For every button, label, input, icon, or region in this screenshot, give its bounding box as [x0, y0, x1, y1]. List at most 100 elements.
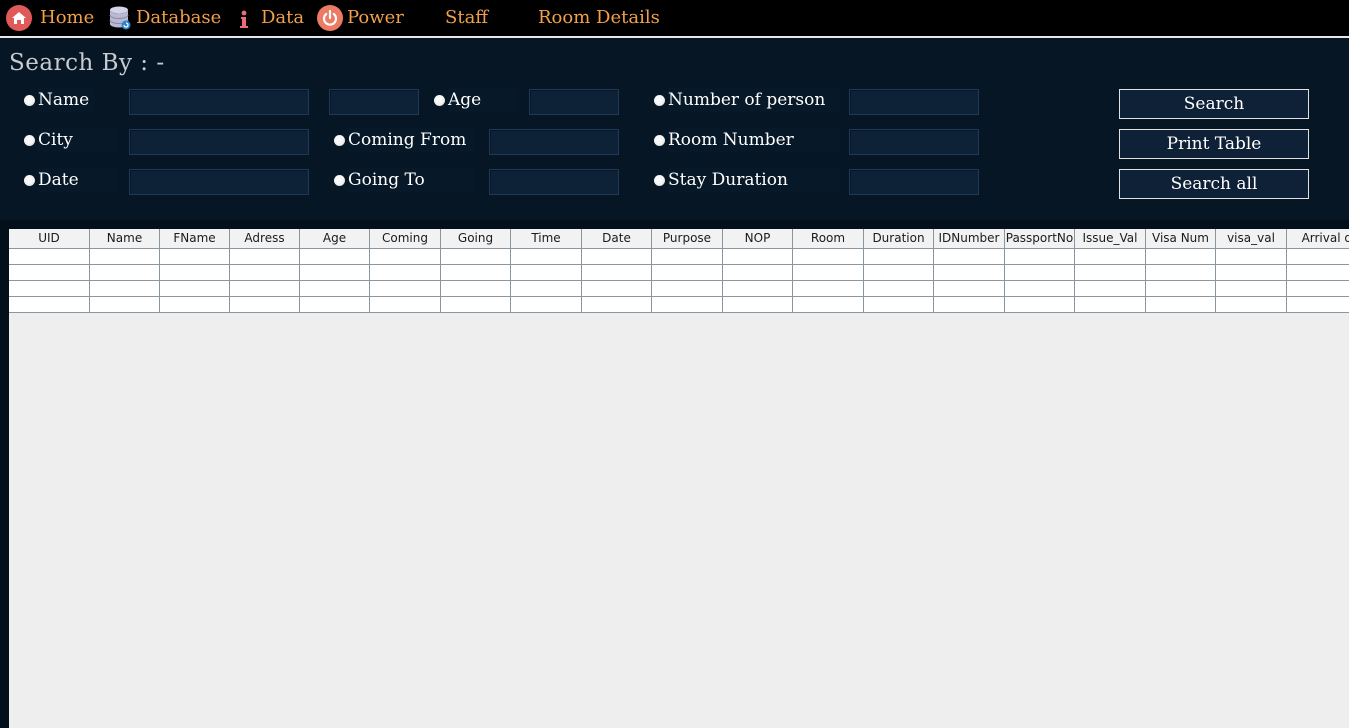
- table-cell[interactable]: [723, 249, 793, 265]
- table-cell[interactable]: [300, 281, 370, 297]
- table-cell[interactable]: [441, 249, 511, 265]
- table-row[interactable]: [9, 297, 1349, 313]
- table-cell[interactable]: [1146, 281, 1216, 297]
- date-radio[interactable]: [24, 175, 35, 186]
- table-cell[interactable]: [9, 265, 90, 281]
- name-first-input[interactable]: [129, 89, 309, 115]
- menu-power[interactable]: Power: [317, 0, 404, 36]
- table-cell[interactable]: [90, 297, 160, 313]
- number-of-person-input[interactable]: [849, 89, 979, 115]
- table-cell[interactable]: [723, 297, 793, 313]
- name-radio[interactable]: [24, 95, 35, 106]
- column-header-purpose[interactable]: Purpose: [652, 229, 723, 249]
- age-input[interactable]: [529, 89, 619, 115]
- search-button[interactable]: Search: [1119, 89, 1309, 119]
- table-cell[interactable]: [511, 297, 582, 313]
- table-cell[interactable]: [1287, 281, 1349, 297]
- column-header-visa-num[interactable]: Visa Num: [1146, 229, 1216, 249]
- column-header-duration[interactable]: Duration: [864, 229, 934, 249]
- search-all-button[interactable]: Search all: [1119, 169, 1309, 199]
- table-cell[interactable]: [652, 297, 723, 313]
- city-radio[interactable]: [24, 135, 35, 146]
- table-cell[interactable]: [1005, 281, 1075, 297]
- table-cell[interactable]: [1216, 297, 1287, 313]
- number-of-person-radio[interactable]: [654, 95, 665, 106]
- table-cell[interactable]: [511, 249, 582, 265]
- coming-from-radio[interactable]: [334, 135, 345, 146]
- table-cell[interactable]: [1216, 249, 1287, 265]
- table-cell[interactable]: [934, 265, 1005, 281]
- table-cell[interactable]: [160, 265, 230, 281]
- column-header-name[interactable]: Name: [90, 229, 160, 249]
- table-cell[interactable]: [793, 265, 864, 281]
- results-table[interactable]: UID Name FName Adress Age Coming Going Time Date…: [9, 229, 1349, 728]
- table-cell[interactable]: [793, 281, 864, 297]
- table-cell[interactable]: [582, 249, 652, 265]
- table-cell[interactable]: [230, 265, 300, 281]
- going-to-input[interactable]: [489, 169, 619, 195]
- table-cell[interactable]: [934, 297, 1005, 313]
- menu-room-details[interactable]: Room Details: [538, 0, 660, 36]
- table-cell[interactable]: [441, 265, 511, 281]
- age-radio[interactable]: [434, 95, 445, 106]
- table-cell[interactable]: [864, 281, 934, 297]
- table-cell[interactable]: [1146, 249, 1216, 265]
- table-cell[interactable]: [230, 249, 300, 265]
- print-table-button[interactable]: Print Table: [1119, 129, 1309, 159]
- column-header-nop[interactable]: NOP: [723, 229, 793, 249]
- city-input[interactable]: [129, 129, 309, 155]
- table-cell[interactable]: [90, 265, 160, 281]
- table-cell[interactable]: [230, 281, 300, 297]
- date-input[interactable]: [129, 169, 309, 195]
- column-header-fname[interactable]: FName: [160, 229, 230, 249]
- name-second-input[interactable]: [329, 89, 419, 115]
- table-cell[interactable]: [582, 297, 652, 313]
- table-cell[interactable]: [723, 265, 793, 281]
- table-cell[interactable]: [160, 281, 230, 297]
- table-cell[interactable]: [370, 265, 441, 281]
- table-cell[interactable]: [511, 265, 582, 281]
- table-cell[interactable]: [934, 281, 1005, 297]
- table-row[interactable]: [9, 265, 1349, 281]
- table-row[interactable]: [9, 281, 1349, 297]
- table-cell[interactable]: [1287, 249, 1349, 265]
- table-cell[interactable]: [864, 265, 934, 281]
- table-cell[interactable]: [1216, 281, 1287, 297]
- table-cell[interactable]: [160, 297, 230, 313]
- table-cell[interactable]: [9, 249, 90, 265]
- column-header-date[interactable]: Date: [582, 229, 652, 249]
- table-cell[interactable]: [1075, 281, 1146, 297]
- table-cell[interactable]: [370, 297, 441, 313]
- menu-data[interactable]: Data: [236, 0, 304, 36]
- table-cell[interactable]: [1075, 265, 1146, 281]
- table-cell[interactable]: [9, 297, 90, 313]
- room-number-radio[interactable]: [654, 135, 665, 146]
- table-cell[interactable]: [864, 249, 934, 265]
- table-cell[interactable]: [370, 281, 441, 297]
- table-row[interactable]: [9, 249, 1349, 265]
- table-cell[interactable]: [652, 265, 723, 281]
- column-header-uid[interactable]: UID: [9, 229, 90, 249]
- table-cell[interactable]: [230, 297, 300, 313]
- menu-database[interactable]: Database: [107, 0, 221, 36]
- table-cell[interactable]: [1146, 297, 1216, 313]
- table-cell[interactable]: [511, 281, 582, 297]
- table-cell[interactable]: [1287, 297, 1349, 313]
- column-header-arrival-date[interactable]: Arrival date: [1287, 229, 1349, 249]
- table-cell[interactable]: [1287, 265, 1349, 281]
- table-cell[interactable]: [934, 249, 1005, 265]
- column-header-going[interactable]: Going: [441, 229, 511, 249]
- stay-duration-radio[interactable]: [654, 175, 665, 186]
- column-header-room[interactable]: Room: [793, 229, 864, 249]
- column-header-coming[interactable]: Coming: [370, 229, 441, 249]
- table-cell[interactable]: [864, 297, 934, 313]
- table-cell[interactable]: [793, 249, 864, 265]
- going-to-radio[interactable]: [334, 175, 345, 186]
- column-header-time[interactable]: Time: [511, 229, 582, 249]
- menu-staff[interactable]: Staff: [445, 0, 488, 36]
- table-cell[interactable]: [160, 249, 230, 265]
- table-cell[interactable]: [1005, 265, 1075, 281]
- menu-home[interactable]: Home: [6, 0, 94, 36]
- table-cell[interactable]: [1005, 297, 1075, 313]
- table-cell[interactable]: [1075, 297, 1146, 313]
